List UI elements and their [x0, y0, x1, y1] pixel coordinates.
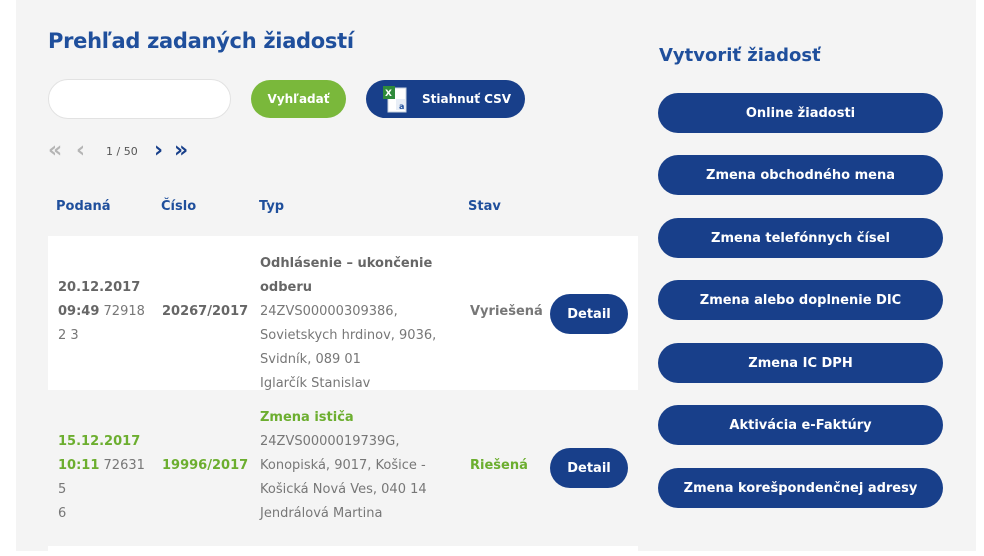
request-address-line1: Sovietskych hrdinov, 9036, — [260, 328, 437, 343]
submitted-cell: 20.12.2017 09:49 72918 2 3 — [58, 276, 148, 348]
submitted-id-cont: 2 3 — [58, 328, 79, 343]
page-indicator: 1 / 50 — [106, 145, 138, 158]
request-number: 19996/2017 — [162, 458, 249, 473]
pagination: « ‹ 1 / 50 › » — [48, 140, 208, 164]
page-title: Prehľad zadaných žiadostí — [48, 29, 354, 53]
request-address-line1: Konopiská, 9017, Košice - — [260, 458, 426, 473]
chevron-left-icon[interactable]: ‹ — [76, 140, 85, 164]
online-requests-button[interactable]: Online žiadosti — [658, 93, 943, 133]
search-button[interactable]: Vyhľadať — [251, 80, 346, 118]
svg-text:a: a — [399, 102, 404, 111]
chevron-right-icon[interactable]: › — [154, 140, 163, 164]
submitted-time: 09:49 — [58, 304, 100, 319]
request-address-line2: Svidník, 089 01 — [260, 352, 361, 367]
table-row: 15.12.2017 10:11 72631 5 6 19996/2017 Zm… — [48, 390, 638, 546]
submitted-date: 15.12.2017 — [58, 434, 141, 449]
type-cell: Odhlásenie – ukončenie odberu 24ZVS00000… — [260, 252, 465, 396]
request-code: 24ZVS00000309386, — [260, 304, 398, 319]
request-address-line2: Košická Nová Ves, 040 14 — [260, 482, 427, 497]
search-input[interactable] — [48, 79, 231, 119]
submitted-cell: 15.12.2017 10:11 72631 5 6 — [58, 430, 148, 526]
change-dic-button[interactable]: Zmena alebo doplnenie DIC — [658, 280, 943, 320]
activate-e-invoice-button[interactable]: Aktivácia e-Faktúry — [658, 405, 943, 445]
excel-csv-icon: a X — [383, 86, 407, 113]
status-badge: Vyriešená — [470, 304, 543, 319]
svg-text:X: X — [385, 89, 392, 99]
detail-button[interactable]: Detail — [550, 294, 628, 334]
column-header-submitted[interactable]: Podaná — [56, 199, 111, 214]
submitted-id-cont: 6 — [58, 506, 67, 521]
change-business-name-button[interactable]: Zmena obchodného mena — [658, 155, 943, 195]
request-type: Zmena ističa — [260, 410, 354, 425]
submitted-date: 20.12.2017 — [58, 280, 141, 295]
column-header-type[interactable]: Typ — [259, 199, 284, 214]
submitted-time: 10:11 — [58, 458, 100, 473]
request-code: 24ZVS0000019739G, — [260, 434, 400, 449]
double-chevron-left-icon[interactable]: « — [48, 140, 62, 164]
change-ic-dph-button[interactable]: Zmena IC DPH — [658, 343, 943, 383]
change-correspondence-address-button[interactable]: Zmena korešpondenčnej adresy — [658, 468, 943, 508]
status-badge: Riešená — [470, 458, 528, 473]
sidebar-title: Vytvoriť žiadosť — [659, 45, 821, 66]
column-header-status[interactable]: Stav — [468, 199, 501, 214]
double-chevron-right-icon[interactable]: » — [174, 140, 188, 164]
type-cell: Zmena ističa 24ZVS0000019739G, Konopiská… — [260, 406, 465, 526]
change-phone-numbers-button[interactable]: Zmena telefónnych čísel — [658, 218, 943, 258]
detail-button[interactable]: Detail — [550, 448, 628, 488]
table-row — [48, 546, 638, 556]
column-header-number[interactable]: Číslo — [161, 199, 196, 214]
request-person: Jendrálová Martina — [260, 506, 383, 521]
table-row: 20.12.2017 09:49 72918 2 3 20267/2017 Od… — [48, 236, 638, 391]
download-csv-label: Stiahnuť CSV — [422, 92, 512, 106]
submitted-id: 72918 — [103, 304, 145, 319]
download-csv-button[interactable]: a X Stiahnuť CSV — [366, 80, 525, 118]
request-type: Odhlásenie – ukončenie odberu — [260, 256, 433, 295]
request-number: 20267/2017 — [162, 304, 249, 319]
